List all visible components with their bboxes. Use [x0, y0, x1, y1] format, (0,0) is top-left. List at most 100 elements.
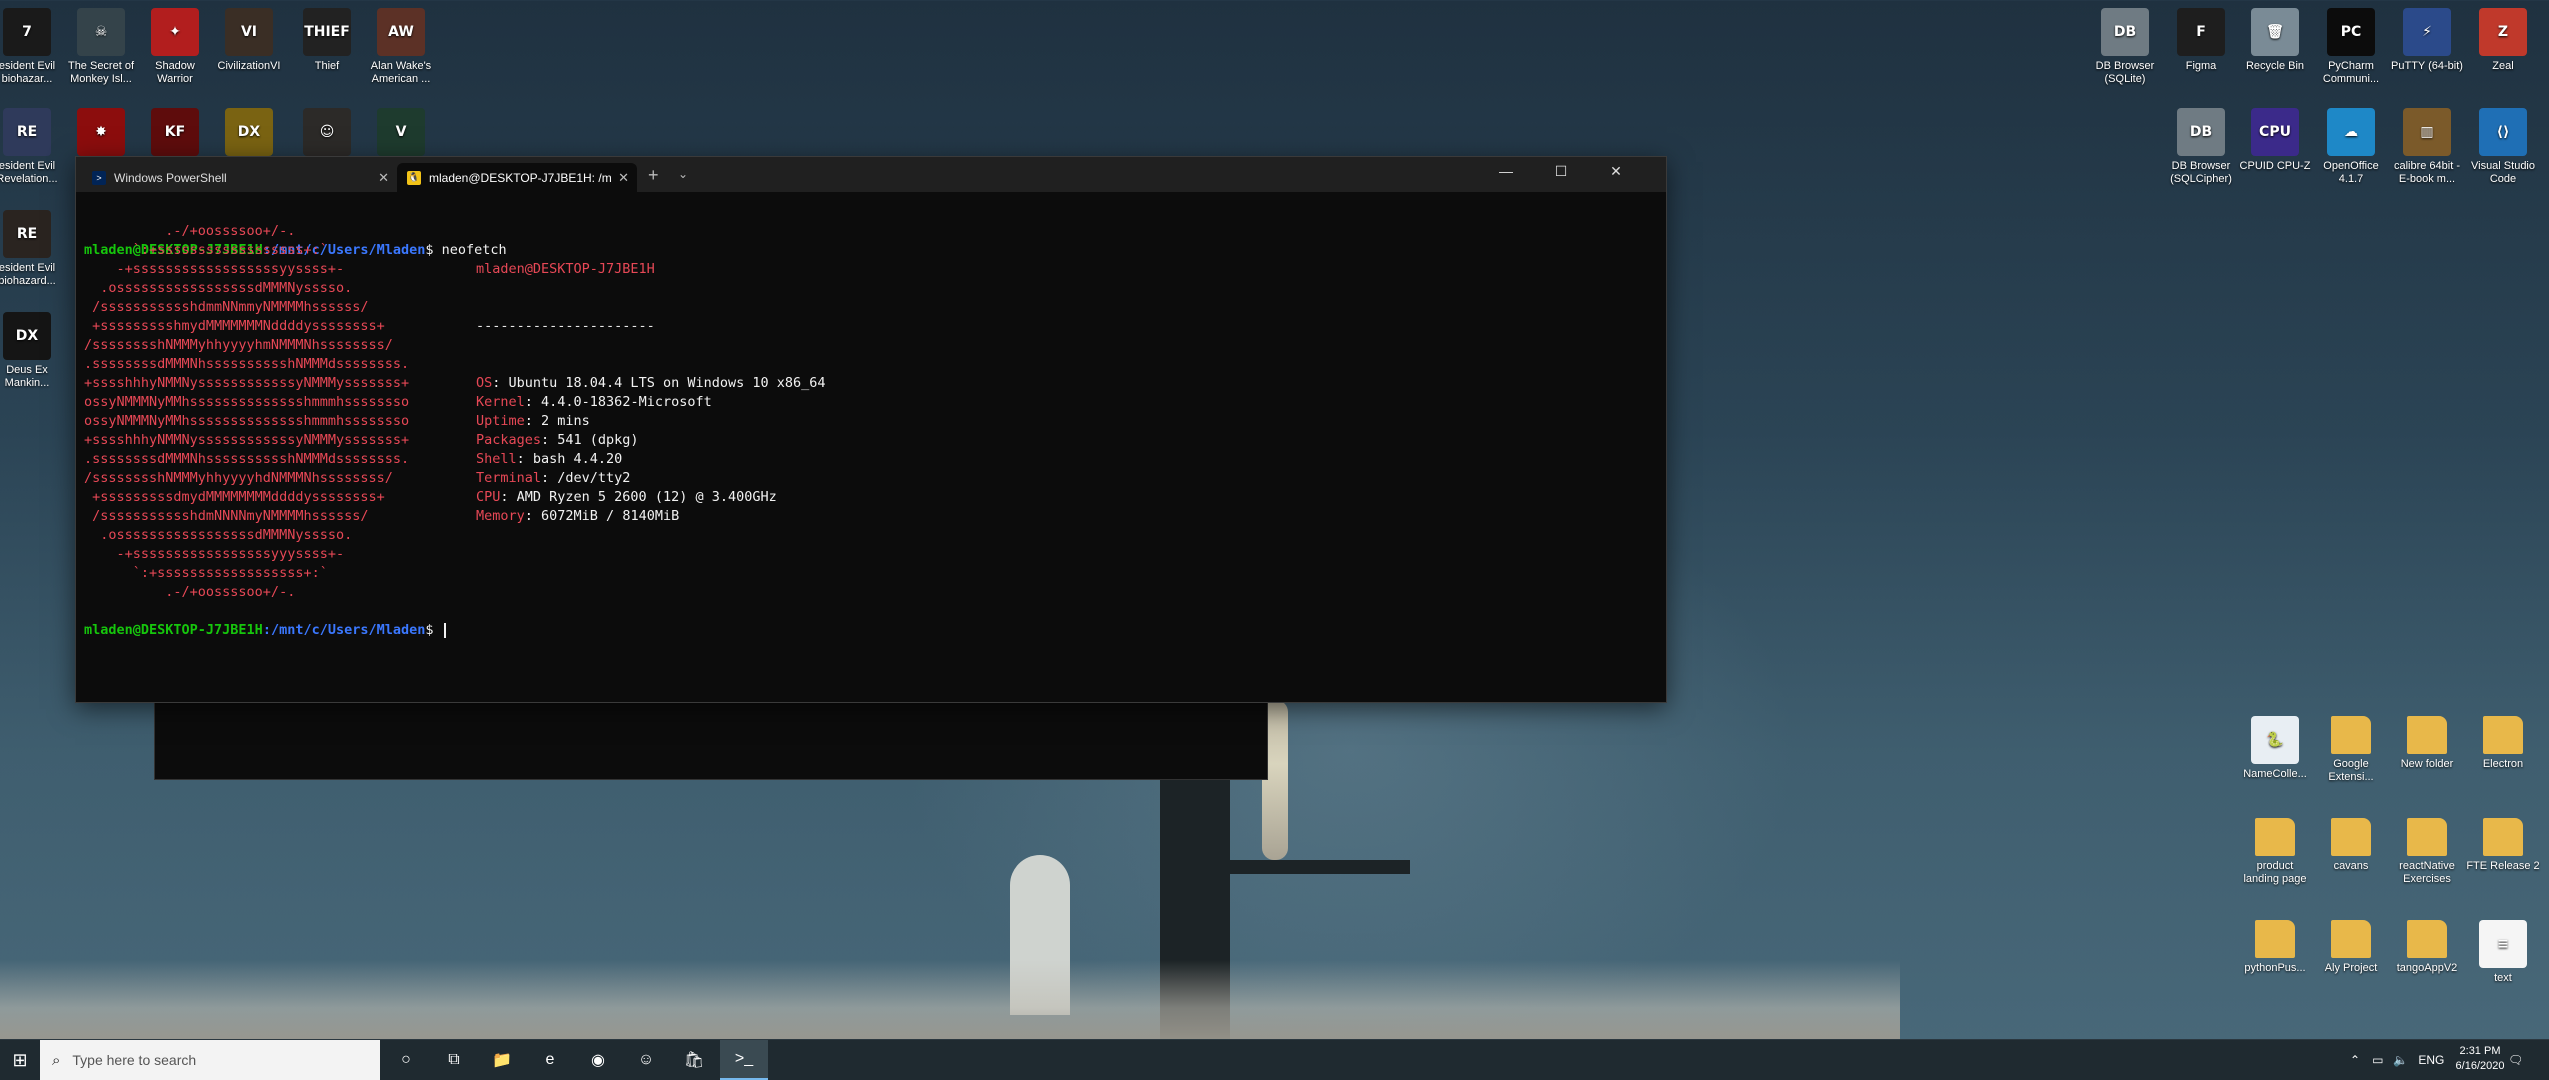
red-game-icon: ✸ — [77, 108, 125, 156]
desktop-shortcut[interactable]: KF — [138, 108, 212, 160]
minimize-button[interactable]: — — [1496, 163, 1516, 179]
shortcut-label: New folder — [2400, 758, 2454, 770]
desktop-shortcut[interactable]: VI CivilizationVI — [212, 8, 286, 73]
file-explorer-icon[interactable]: 📁 — [478, 1040, 526, 1080]
desktop-shortcut[interactable]: tangoAppV2 — [2390, 920, 2464, 975]
desktop-shortcut[interactable]: ▥ calibre 64bit - E-book m... — [2390, 108, 2464, 186]
folder-icon — [2483, 716, 2523, 754]
desktop-shortcut[interactable]: ☺ — [290, 108, 364, 160]
logo-line: /sssssssshNMMMyhhyyyyhdNMMMNhssssssss/ — [84, 470, 393, 486]
tab-label: mladen@DESKTOP-J7JBE1H: /m — [429, 170, 612, 185]
cortana-icon[interactable]: ○ — [382, 1040, 430, 1080]
desktop-shortcut[interactable]: Google Extensi... — [2314, 716, 2388, 784]
network-icon[interactable]: ▭ — [2372, 1053, 2383, 1067]
shortcut-label: Visual Studio Code — [2470, 160, 2535, 185]
logo-line: .osssssssssssssssssdMMMNysssso. — [84, 527, 353, 543]
desktop-shortcut[interactable]: 🗑 Recycle Bin — [2238, 8, 2312, 73]
desktop-shortcut[interactable]: AW Alan Wake's American ... — [364, 8, 438, 86]
info-value: : bash 4.4.20 — [516, 451, 623, 467]
desktop-shortcut[interactable]: FTE Release 2 — [2466, 818, 2540, 873]
volume-icon[interactable]: 🔈 — [2393, 1053, 2408, 1067]
shortcut-label: PuTTY (64-bit) — [2391, 60, 2463, 72]
desktop-shortcut[interactable]: RE esident Evil Revelation... — [0, 108, 64, 186]
desktop-shortcut[interactable]: reactNative Exercises — [2390, 818, 2464, 886]
info-row: Terminal: /dev/tty2 — [476, 469, 1076, 488]
terminal-icon[interactable]: >_ — [720, 1040, 768, 1080]
logo-line: ossyNMMMNyMMhsssssssssssssshmmmhssssssso — [84, 394, 410, 410]
resident-evil-icon: 7 — [3, 8, 51, 56]
chevron-up-icon[interactable]: ⌃ — [2350, 1053, 2360, 1067]
pycharm-icon: PC — [2327, 8, 2375, 56]
desktop-shortcut[interactable]: pythonPus... — [2238, 920, 2312, 975]
deus-ex-icon: DX — [3, 312, 51, 360]
info-value: : AMD Ryzen 5 2600 (12) @ 3.400GHz — [500, 489, 777, 505]
desktop-shortcut[interactable]: RE esident Evil biohazard... — [0, 210, 64, 288]
desktop-shortcut[interactable]: F Figma — [2164, 8, 2238, 73]
info-key: Kernel — [476, 394, 525, 410]
close-tab-icon[interactable]: ✕ — [378, 170, 389, 186]
close-button[interactable]: ✕ — [1606, 163, 1626, 180]
shortcut-label: calibre 64bit - E-book m... — [2393, 160, 2461, 185]
text-cursor — [443, 622, 446, 638]
info-row: Kernel: 4.4.0-18362-Microsoft — [476, 393, 1076, 412]
shortcut-label: Figma — [2185, 60, 2217, 72]
desktop-shortcut[interactable]: DX Deus Ex Mankin... — [0, 312, 64, 390]
logo-line: `:+ssssssssssssssssss+:` — [84, 242, 328, 258]
desktop-shortcut[interactable]: 🐍 NameColle... — [2238, 716, 2312, 781]
chrome-icon[interactable]: ◉ — [574, 1040, 622, 1080]
store-icon[interactable]: 🛍 — [670, 1040, 718, 1080]
edge-icon[interactable]: e — [526, 1040, 574, 1080]
desktop-shortcut[interactable]: cavans — [2314, 818, 2388, 873]
desktop-shortcut[interactable]: DB DB Browser (SQLCipher) — [2164, 108, 2238, 186]
tab-ubuntu[interactable]: 🐧 mladen@DESKTOP-J7JBE1H: /m ✕ — [397, 163, 637, 192]
start-button[interactable]: ⊞ — [0, 1040, 40, 1080]
logo-line: /ssssssssssshdmNNNNmyNMMMMhssssss/ — [84, 508, 369, 524]
desktop-shortcut[interactable]: V — [364, 108, 438, 160]
desktop-shortcut[interactable]: Z Zeal — [2466, 8, 2540, 73]
task-view-icon[interactable]: ⧉ — [430, 1040, 478, 1080]
terminal-console[interactable]: mladen@DESKTOP-J7JBE1H:/mnt/c/Users/Mlad… — [84, 203, 1654, 638]
shortcut-label: CPUID CPU-Z — [2239, 160, 2311, 172]
desktop-shortcut[interactable]: New folder — [2390, 716, 2464, 771]
cpuz-icon: CPU — [2251, 108, 2299, 156]
person-game-icon: ☺ — [303, 108, 351, 156]
chevron-down-icon[interactable]: ⌄ — [678, 167, 688, 181]
logo-line: -+ssssssssssssssssssyyssss+- — [84, 261, 345, 277]
desktop-shortcut[interactable]: 7 esident Evil biohazar... — [0, 8, 64, 86]
desktop-shortcut[interactable]: ⟨⟩ Visual Studio Code — [2466, 108, 2540, 186]
desktop-shortcut[interactable]: ⚡ PuTTY (64-bit) — [2390, 8, 2464, 73]
desktop-shortcut[interactable]: DX — [212, 108, 286, 160]
recycle-bin-icon: 🗑 — [2251, 8, 2299, 56]
desktop-shortcut[interactable]: PC PyCharm Communi... — [2314, 8, 2388, 86]
gta-v-icon: V — [377, 108, 425, 156]
logo-line: /ssssssssssshdmmNNmmyNMMMMhssssss/ — [84, 299, 369, 315]
search-box[interactable]: ⌕ Type here to search — [40, 1040, 380, 1080]
shortcut-label: reactNative Exercises — [2399, 860, 2455, 885]
desktop-shortcut[interactable]: ✸ — [64, 108, 138, 160]
maximize-button[interactable]: ☐ — [1551, 163, 1571, 180]
close-tab-icon[interactable]: ✕ — [618, 170, 629, 186]
shortcut-label: The Secret of Monkey Isl... — [67, 60, 135, 85]
desktop-shortcut[interactable]: product landing page — [2238, 818, 2312, 886]
figma-icon: F — [2177, 8, 2225, 56]
desktop-shortcut[interactable]: Aly Project — [2314, 920, 2388, 975]
folder-icon — [2331, 920, 2371, 958]
desktop-shortcut[interactable]: THIEF Thief — [290, 8, 364, 73]
new-tab-button[interactable]: + — [648, 165, 659, 186]
desktop-shortcut[interactable]: DB DB Browser (SQLite) — [2088, 8, 2162, 86]
linux-icon: 🐧 — [407, 170, 421, 185]
desktop-shortcut[interactable]: CPU CPUID CPU-Z — [2238, 108, 2312, 173]
desktop-shortcut[interactable]: ≡ text — [2466, 920, 2540, 985]
info-separator: ---------------------- — [476, 318, 655, 334]
desktop-shortcut[interactable]: Electron — [2466, 716, 2540, 771]
desktop-shortcut[interactable]: ✦ Shadow Warrior — [138, 8, 212, 86]
discord-icon[interactable]: ☺ — [622, 1040, 670, 1080]
shortcut-label: Recycle Bin — [2245, 60, 2305, 72]
shortcut-label: CivilizationVI — [217, 60, 281, 72]
shortcut-label: OpenOffice 4.1.7 — [2323, 160, 2379, 185]
terminal-window[interactable]: > Windows PowerShell ✕ 🐧 mladen@DESKTOP-… — [75, 156, 1667, 703]
notification-icon[interactable]: 🗨 — [2508, 1040, 2523, 1080]
tab-powershell[interactable]: > Windows PowerShell ✕ — [82, 163, 397, 192]
desktop-shortcut[interactable]: ☁ OpenOffice 4.1.7 — [2314, 108, 2388, 186]
desktop-shortcut[interactable]: ☠ The Secret of Monkey Isl... — [64, 8, 138, 86]
